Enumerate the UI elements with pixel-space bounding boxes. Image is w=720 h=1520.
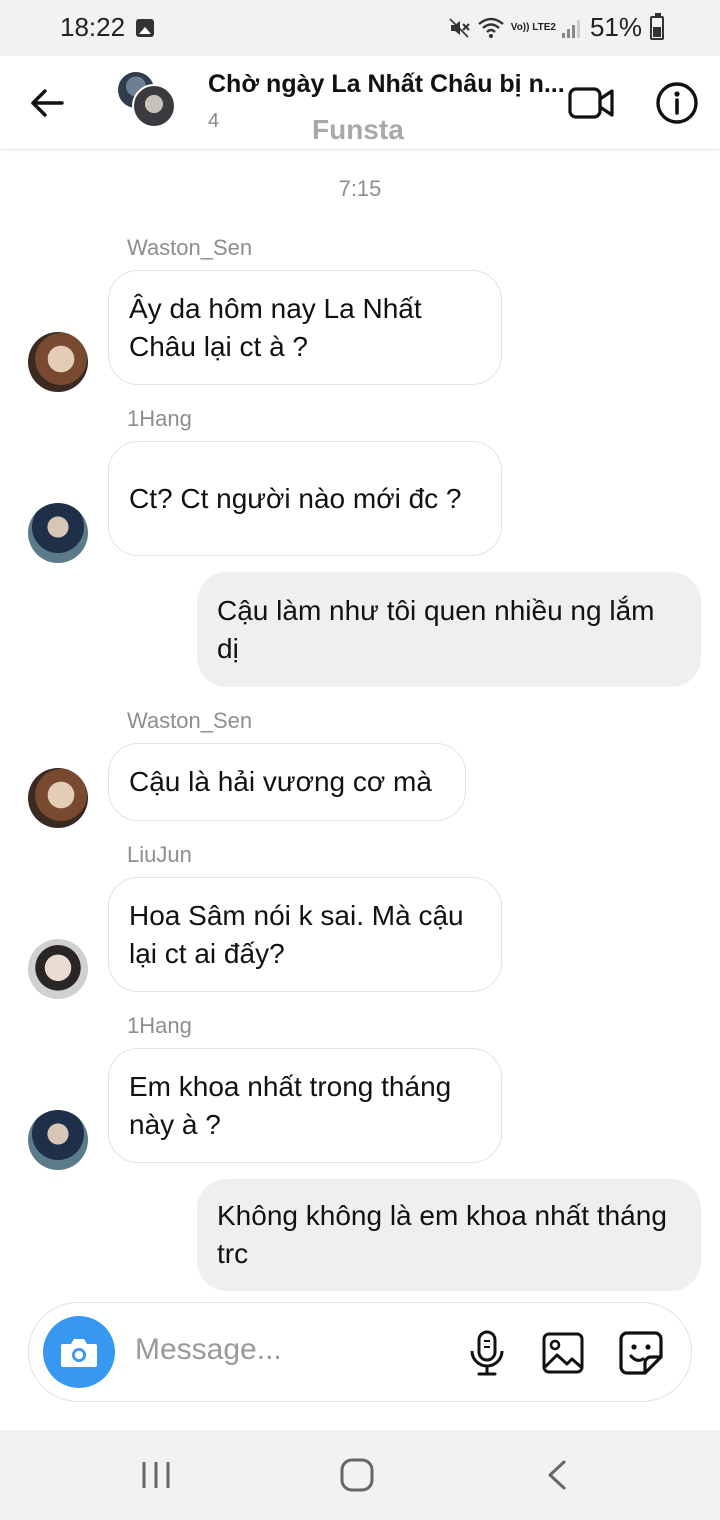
message-bubble-outgoing[interactable]: Không không là em khoa nhất tháng trc [197,1179,701,1291]
home-button[interactable] [338,1456,376,1494]
home-icon [340,1458,374,1492]
message-bubble[interactable]: Em khoa nhất trong tháng này à ? [108,1048,502,1163]
status-indicators: Vo)) LTE2 51% [447,12,664,43]
status-bar: 18:22 Vo)) LTE2 51% [0,0,720,56]
camera-button[interactable] [43,1316,115,1388]
battery-icon [650,12,664,40]
message-timestamp: 7:15 [338,176,382,201]
microphone-icon [470,1330,504,1376]
message-input[interactable] [135,1333,435,1367]
message-bubble[interactable]: Hoa Sâm nói k sai. Mà cậu lại ct ai đấy? [108,877,502,992]
avatar[interactable] [28,939,88,999]
voice-message-button[interactable] [467,1329,507,1377]
chat-header: Chờ ngày La Nhất Châu bị n... 4 Funsta [0,56,720,150]
camera-icon [61,1339,97,1367]
avatar[interactable] [28,1110,88,1170]
message-bubble[interactable]: Ct? Ct người nào mới đc ? [108,441,502,556]
network-label: Vo)) LTE2 [510,21,556,33]
message-composer [28,1302,692,1402]
gallery-button[interactable] [541,1331,585,1375]
signal-icon [561,18,580,38]
message-text: Cậu là hải vương cơ mà [129,766,432,797]
watermark: Funsta [312,114,404,145]
message-text: Cậu làm như tôi quen nhiều ng lắm dị [217,594,655,664]
arrow-left-icon [31,89,64,117]
group-avatar[interactable] [116,70,178,132]
sender-name: 1Hang [127,406,192,431]
gallery-notification-icon [136,19,154,37]
message-text: Em khoa nhất trong tháng này à ? [129,1070,452,1140]
chat-title[interactable]: Chờ ngày La Nhất Châu bị n... [208,70,568,99]
system-nav-bar [0,1430,720,1520]
message-bubble[interactable]: Cậu là hải vương cơ mà [108,743,466,821]
message-bubble[interactable]: Ây da hôm nay La Nhất Châu lại ct à ? [108,270,502,385]
sender-name: LiuJun [127,842,192,867]
avatar[interactable] [28,768,88,828]
sender-name: 1Hang [127,1013,192,1038]
message-text: Không không là em khoa nhất tháng trc [217,1200,667,1269]
battery-percent: 51% [589,12,642,42]
sender-name: Waston_Sen [127,708,253,733]
video-camera-icon [568,87,614,119]
group-avatar-2 [132,84,176,128]
system-back-button[interactable] [542,1458,574,1492]
status-time: 18:22 [60,12,126,42]
recent-apps-button[interactable] [138,1458,174,1492]
wifi-icon [477,17,504,38]
back-button[interactable] [24,80,70,126]
sticker-icon [619,1331,663,1375]
message-text: Ây da hôm nay La Nhất Châu lại ct à ? [129,292,422,362]
member-count: 4 [208,110,220,132]
message-bubble-outgoing[interactable]: Cậu làm như tôi quen nhiều ng lắm dị [197,572,701,687]
mute-icon [449,17,470,38]
video-call-button[interactable] [566,80,616,126]
info-circle-icon [656,82,698,124]
recent-apps-icon [142,1462,170,1488]
message-text: Hoa Sâm nói k sai. Mà cậu lại ct ai đấy? [129,899,464,969]
sender-name: Waston_Sen [127,235,253,260]
sticker-button[interactable] [617,1329,665,1377]
back-icon [548,1460,566,1490]
image-icon [542,1332,584,1374]
info-button[interactable] [654,80,700,126]
avatar[interactable] [28,332,88,392]
avatar[interactable] [28,503,88,563]
message-text: Ct? Ct người nào mới đc ? [129,482,462,514]
